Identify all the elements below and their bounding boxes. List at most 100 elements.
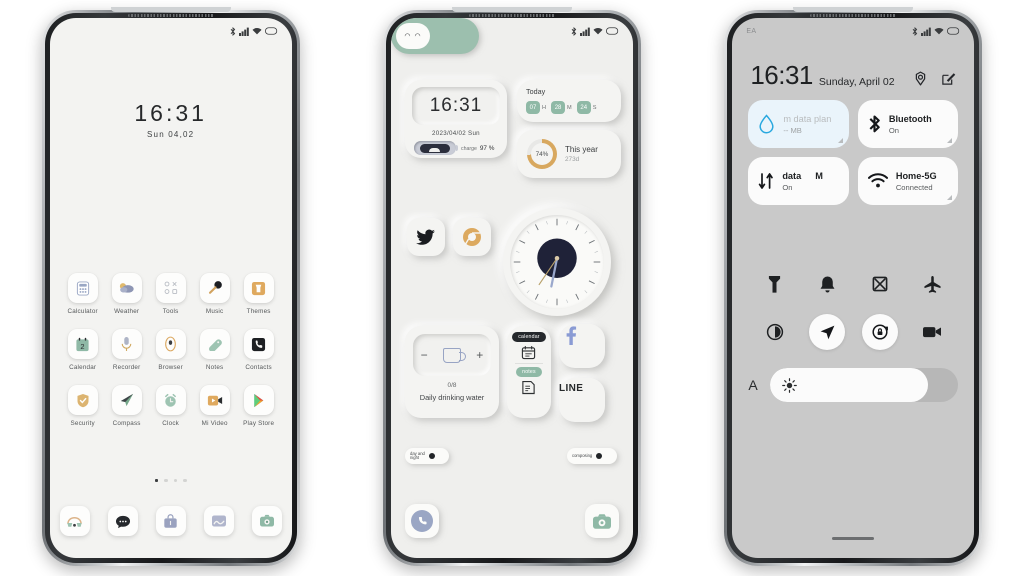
header-datetime: 16:31 Sunday, April 02 xyxy=(750,62,894,88)
auto-brightness-label[interactable]: A xyxy=(748,377,757,393)
cc-date: Sunday, April 02 xyxy=(818,76,895,88)
app-browser[interactable]: Browser xyxy=(150,329,192,371)
app-vault-icon[interactable] xyxy=(155,506,186,536)
app-label: Clock xyxy=(162,420,180,427)
phone-icon[interactable] xyxy=(59,506,90,536)
recorder-icon xyxy=(111,329,142,359)
app-calculator[interactable]: Calculator xyxy=(62,273,104,315)
camera-dock-icon[interactable] xyxy=(584,504,619,538)
play-store-icon xyxy=(243,385,274,415)
day-night-label: day and night xyxy=(409,450,425,460)
progress-ring: 74% xyxy=(526,139,557,169)
digital-clock-widget[interactable]: 16:31 2023/04/02 Sun charge 97 % xyxy=(404,80,507,158)
analog-clock-widget[interactable] xyxy=(502,208,611,316)
drag-handle[interactable] xyxy=(832,537,875,540)
app-recorder[interactable]: Recorder xyxy=(106,329,148,371)
compass-icon xyxy=(111,385,142,415)
app-calendar[interactable]: 2 Calendar xyxy=(62,329,104,371)
quick-settings-tiles: m data plan -- MB Bluetooth On data M On… xyxy=(748,100,959,205)
mobile-data-tile[interactable]: data M On xyxy=(748,157,849,205)
expand-corner[interactable] xyxy=(947,195,953,200)
twitter-shortcut[interactable] xyxy=(406,218,445,256)
home-dock xyxy=(59,506,282,536)
edit-icon[interactable] xyxy=(941,71,956,86)
app-contacts[interactable]: Contacts xyxy=(238,329,280,371)
page-dot-3[interactable] xyxy=(173,478,178,482)
gallery-icon[interactable] xyxy=(203,506,234,536)
page-dot-1[interactable] xyxy=(154,478,159,482)
wifi-icon xyxy=(934,27,944,34)
stack-divider xyxy=(514,363,543,364)
expand-corner[interactable] xyxy=(947,138,953,143)
year-progress-widget[interactable]: 74% This year 273d xyxy=(516,130,621,178)
facebook-shortcut[interactable] xyxy=(558,324,605,368)
line-shortcut[interactable]: LINE xyxy=(558,378,605,422)
screen-record-icon[interactable] xyxy=(914,314,950,350)
cc-time: 16:31 xyxy=(750,60,813,90)
bluetooth-tile[interactable]: Bluetooth On xyxy=(857,100,959,148)
clock-widget-date: 2023/04/02 Sun xyxy=(432,130,480,137)
twitter-icon xyxy=(415,229,435,245)
airplane-mode-icon[interactable] xyxy=(914,266,950,302)
day-night-toggle[interactable]: day and night xyxy=(404,448,449,464)
cup-icon xyxy=(442,347,466,363)
brightness-fill xyxy=(769,368,929,402)
composing-toggle[interactable]: composing xyxy=(566,448,617,464)
flashlight-icon[interactable] xyxy=(757,266,793,302)
wifi-tile[interactable]: Home-5G Connected xyxy=(857,157,959,205)
app-play-store[interactable]: Play Store xyxy=(238,385,280,427)
data-plan-tile[interactable]: m data plan -- MB xyxy=(748,100,849,148)
phone-widget-screen: 16:31 2023/04/02 Sun charge 97 % Today 07… xyxy=(382,7,641,566)
water-tracker-widget[interactable]: − + 0/8 Daily drinking water xyxy=(404,326,499,418)
camera-icon[interactable] xyxy=(251,506,282,536)
calendar-chip: calendar xyxy=(512,332,546,342)
app-tools[interactable]: Tools xyxy=(150,273,192,315)
app-security[interactable]: Security xyxy=(62,385,104,427)
battery-face-icon xyxy=(419,143,450,153)
app-label: Compass xyxy=(112,420,141,427)
water-count: 0/8 xyxy=(447,382,457,389)
expand-corner[interactable] xyxy=(837,138,843,143)
app-notes[interactable]: Notes xyxy=(194,329,236,371)
weather-icon xyxy=(111,273,142,303)
wifi-icon xyxy=(593,27,603,34)
app-music[interactable]: Music xyxy=(194,273,236,315)
tile-subtitle: On xyxy=(888,125,899,135)
rotation-lock-icon[interactable] xyxy=(861,314,898,350)
location-icon[interactable] xyxy=(809,314,846,350)
browser-icon xyxy=(155,329,186,359)
app-label: Weather xyxy=(114,308,140,315)
phone-dock-icon[interactable] xyxy=(404,504,439,538)
minutes-unit: M xyxy=(567,104,572,111)
earpiece-speaker xyxy=(810,14,897,17)
app-mi-video[interactable]: Mi Video xyxy=(194,385,236,427)
dark-mode-icon[interactable] xyxy=(757,314,793,350)
today-timer-widget[interactable]: Today 07 H 28 M 24 S xyxy=(516,80,621,122)
settings-gear-icon[interactable] xyxy=(913,71,928,86)
page-dot-4[interactable] xyxy=(183,478,187,482)
bluetooth-icon xyxy=(912,26,918,36)
app-themes[interactable]: Themes xyxy=(238,273,280,315)
app-compass[interactable]: Compass xyxy=(106,385,148,427)
signal-icon xyxy=(238,27,249,36)
year-text: This year 273d xyxy=(565,145,598,163)
page-indicator[interactable] xyxy=(50,478,292,482)
app-clock[interactable]: Clock xyxy=(150,385,192,427)
home-clock-widget[interactable]: 16:31 Sun 04,02 xyxy=(50,100,292,139)
app-label: Calendar xyxy=(69,364,97,371)
calendar-notes-stack-widget[interactable]: calendar notes xyxy=(506,326,551,418)
chrome-shortcut[interactable] xyxy=(452,218,491,256)
notification-bell-icon[interactable] xyxy=(809,266,845,302)
tile-title: data M xyxy=(782,171,823,181)
security-icon xyxy=(67,385,98,415)
water-minus-button[interactable]: − xyxy=(421,348,428,362)
app-weather[interactable]: Weather xyxy=(106,273,148,315)
earpiece-speaker xyxy=(468,14,555,17)
screenshot-icon[interactable] xyxy=(862,266,898,302)
page-dot-2[interactable] xyxy=(164,478,168,482)
water-plus-button[interactable]: + xyxy=(476,348,483,362)
tile-subtitle: On xyxy=(782,182,793,192)
brightness-slider[interactable] xyxy=(769,368,959,402)
phone-control-center: EA 16:31 Sunday, April 02 m data plan --… xyxy=(724,7,983,566)
messages-icon[interactable] xyxy=(107,506,138,536)
